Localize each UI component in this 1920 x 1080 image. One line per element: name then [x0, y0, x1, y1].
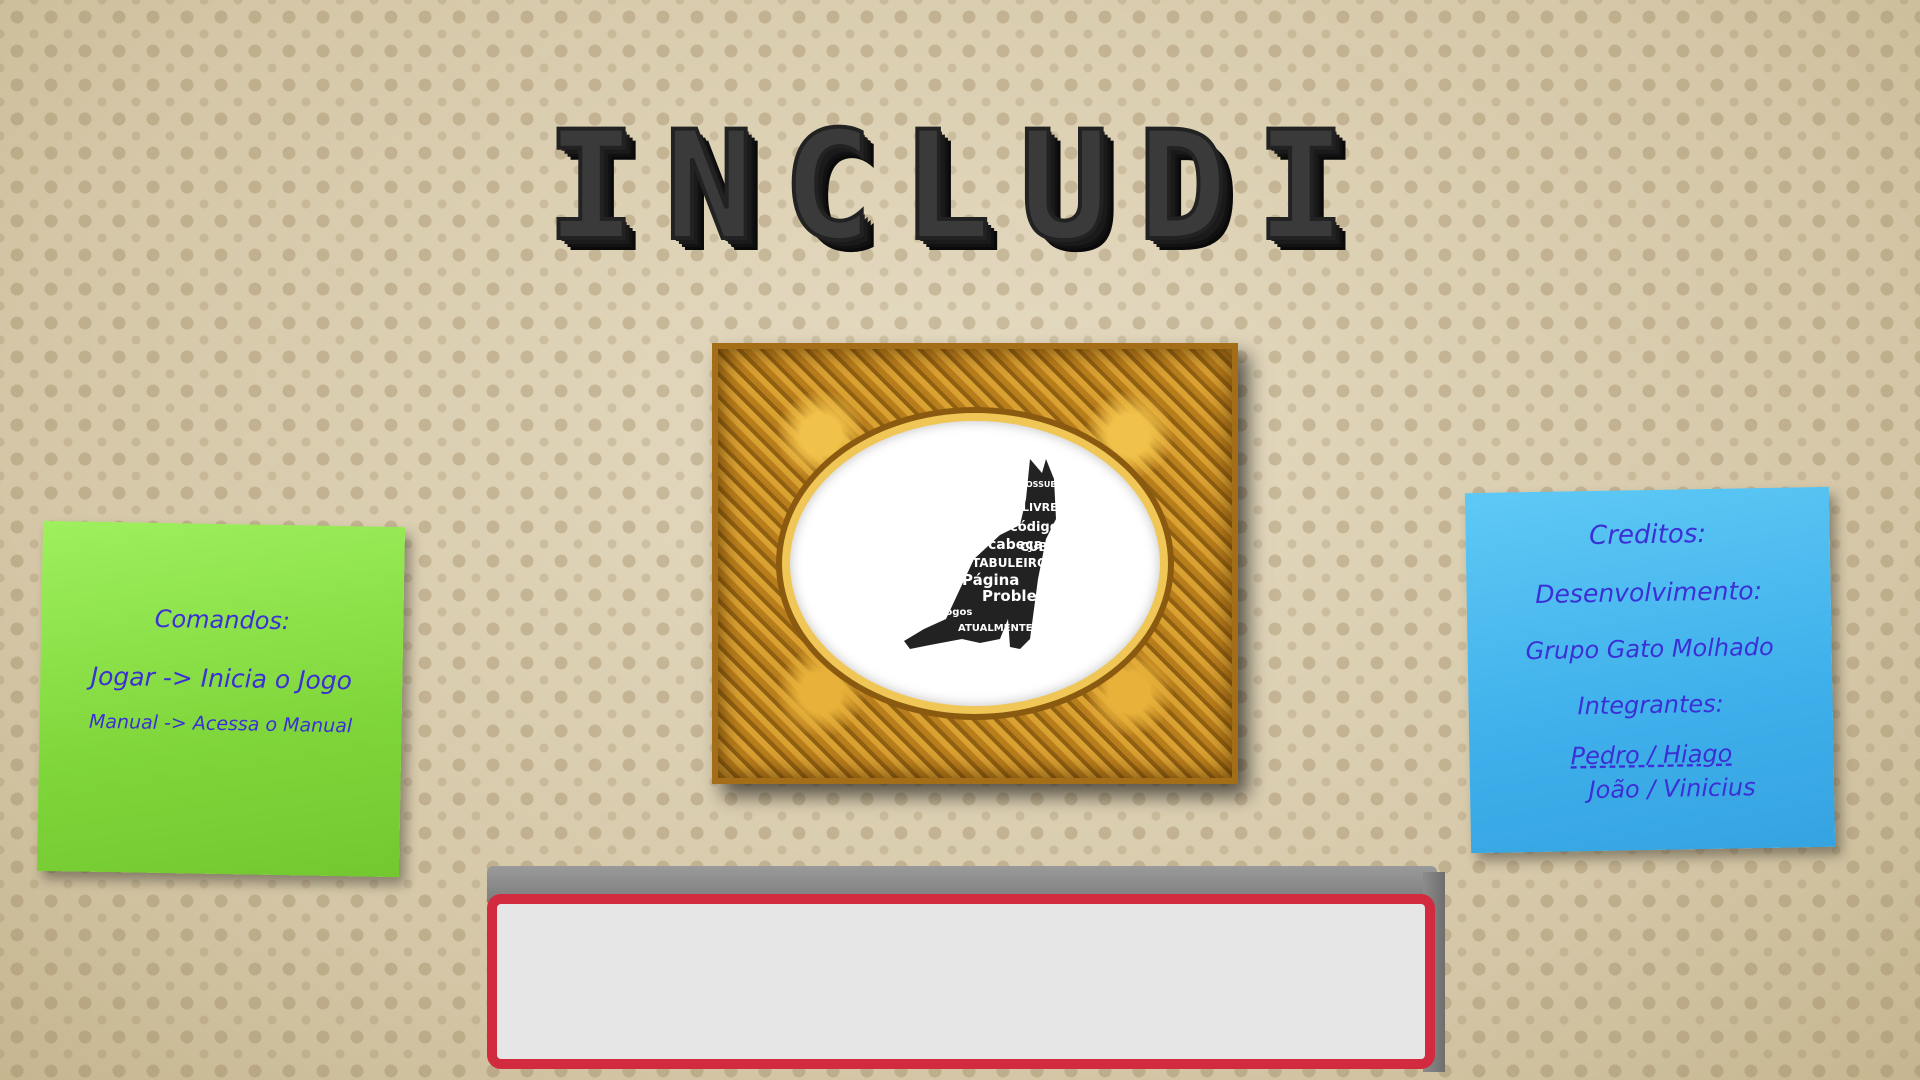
cat-word-cloud-icon: POSSUEM LIVRE código cabeça CUBO TABULEI…	[904, 459, 1064, 649]
credits-members-title: Integrantes:	[1577, 689, 1724, 721]
frame-picture: POSSUEM LIVRE código cabeça CUBO TABULEI…	[790, 421, 1160, 706]
credits-title: Creditos:	[1588, 519, 1707, 552]
cloud-word: LIVRE	[1022, 501, 1058, 514]
credits-members-line2: João / Vinicius	[1588, 773, 1756, 805]
cloud-word: TABULEIRO	[972, 556, 1047, 570]
commands-note: Comandos: Jogar -> Inicia o Jogo Manual …	[36, 520, 406, 878]
play-button-container	[487, 866, 1445, 1080]
cloud-word: código	[1010, 520, 1059, 535]
credits-members-line1: Pedro / Hiago	[1570, 739, 1733, 771]
cloud-word: Problema	[982, 587, 1063, 605]
credits-note: Creditos: Desenvolvimento: Grupo Gato Mo…	[1464, 486, 1836, 854]
picture-frame: POSSUEM LIVRE código cabeça CUBO TABULEI…	[712, 343, 1238, 784]
cloud-word: ATUALMENTE	[958, 623, 1033, 634]
cloud-word: jogos	[941, 607, 972, 618]
credits-development: Desenvolvimento:	[1535, 576, 1763, 609]
credits-group: Grupo Gato Molhado	[1525, 632, 1774, 666]
play-button[interactable]	[487, 894, 1435, 1069]
cloud-word: POSSUEM	[1020, 480, 1064, 489]
game-title: INCLUDI	[544, 100, 1375, 274]
commands-title: Comandos:	[154, 604, 291, 636]
commands-play-line: Jogar -> Inicia o Jogo	[90, 661, 353, 696]
cloud-word: CUBO	[1020, 540, 1058, 554]
commands-manual-line: Manual -> Acessa o Manual	[88, 710, 353, 738]
